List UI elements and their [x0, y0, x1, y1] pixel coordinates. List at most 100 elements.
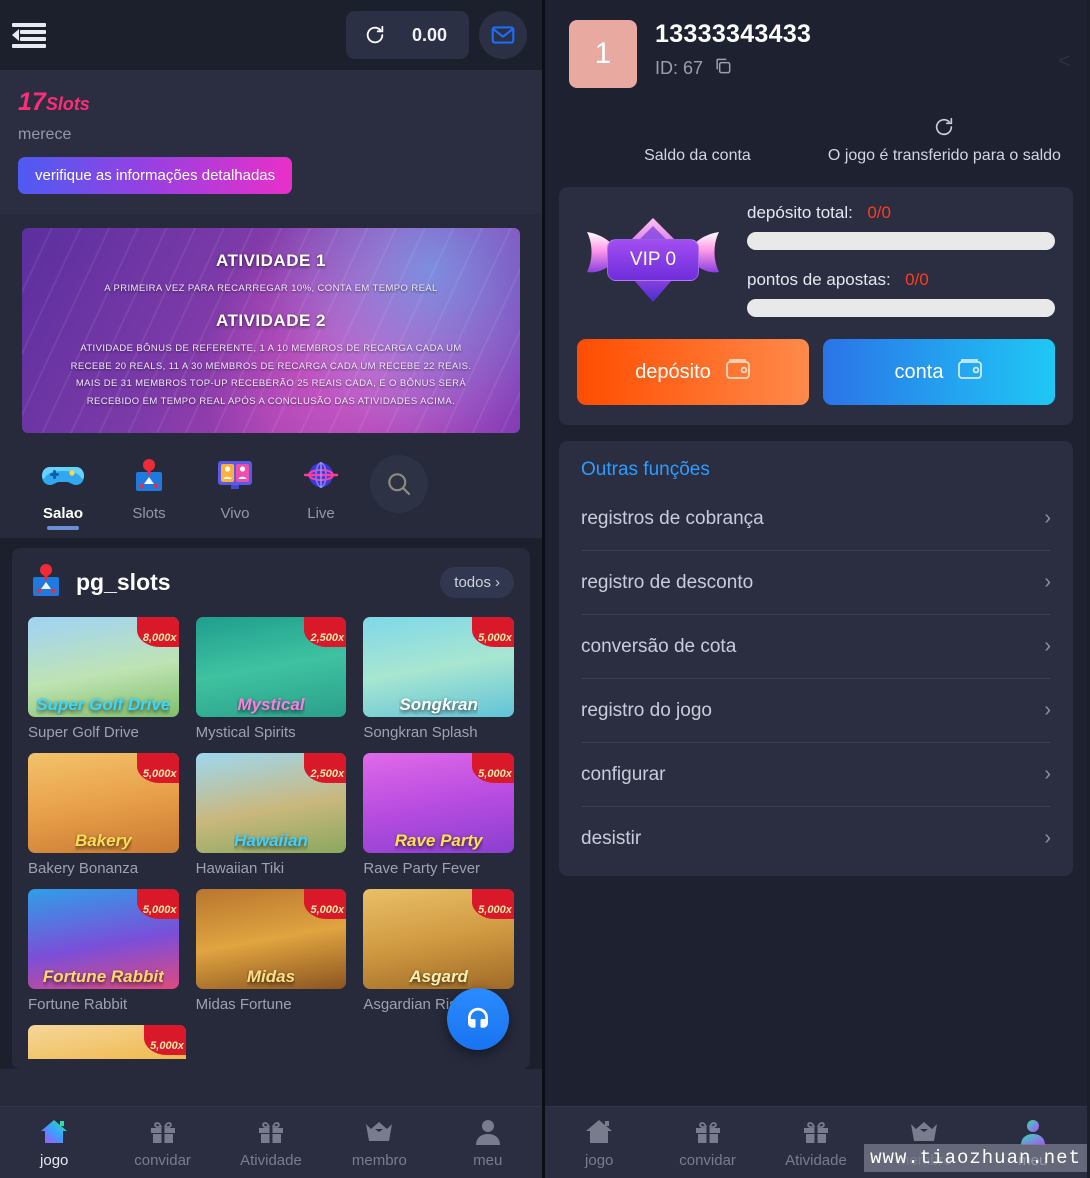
- promo-details-button[interactable]: verifique as informações detalhadas: [18, 157, 293, 194]
- hamburger-collapse-icon[interactable]: [12, 22, 46, 48]
- category-tab-salao[interactable]: Salao: [20, 453, 106, 522]
- game-tile[interactable]: 8,000x Super Golf Drive Super Golf Drive: [28, 617, 179, 741]
- deposit-total-label: depósito total:: [747, 203, 853, 222]
- promo-subtitle: merece: [18, 126, 72, 143]
- function-item-billing-records[interactable]: registros de cobrança ›: [581, 487, 1051, 551]
- activity-banner-wrap: ATIVIDADE 1 A PRIMEIRA VEZ PARA RECARREG…: [0, 214, 542, 443]
- nav-label: jogo: [585, 1151, 614, 1169]
- thumb-art-label: Bakery: [74, 831, 132, 850]
- function-item-discount-record[interactable]: registro de desconto ›: [581, 551, 1051, 615]
- betting-progress-bar: [747, 299, 1055, 317]
- deposit-button[interactable]: depósito: [577, 339, 809, 405]
- gift-icon: [653, 1117, 761, 1147]
- gift-icon: [108, 1117, 216, 1147]
- account-header: 1 13333343433 ID: 67 <: [545, 0, 1087, 88]
- avatar[interactable]: 1: [569, 20, 637, 88]
- deposit-total-row: depósito total: 0/0: [747, 203, 1055, 223]
- multiplier-badge: 5,000x: [136, 753, 179, 783]
- game-title: Bakery Bonanza: [28, 860, 139, 877]
- function-item-logout[interactable]: desistir ›: [581, 807, 1051, 870]
- nav-item-jogo[interactable]: jogo: [545, 1117, 653, 1169]
- promo-title: 17Slots: [18, 88, 524, 117]
- headset-support-icon[interactable]: [447, 988, 509, 1050]
- person-icon: [434, 1117, 542, 1147]
- other-functions-title: Outras funções: [581, 459, 710, 480]
- nav-item-convidar[interactable]: convidar: [108, 1117, 216, 1169]
- multiplier-badge: 5,000x: [144, 1025, 186, 1055]
- balance-pill[interactable]: 0.00: [345, 11, 469, 59]
- refresh-icon: [826, 116, 1063, 143]
- thumb-art-label: Rave Party: [394, 831, 483, 850]
- nav-item-atividade[interactable]: Atividade: [762, 1117, 870, 1169]
- game-tile[interactable]: 5,000x Midas Midas Fortune: [195, 889, 347, 1013]
- balance-row: Saldo da conta O jogo é transferido para…: [545, 116, 1087, 165]
- copy-icon[interactable]: [713, 56, 733, 81]
- promo-number: 17: [18, 88, 46, 116]
- function-label: desistir: [581, 827, 642, 849]
- game-tile[interactable]: 2,500x Hawaiian Hawaiian Tiki: [195, 753, 347, 877]
- wallet-icon: [725, 357, 751, 387]
- nav-label: convidar: [679, 1151, 736, 1169]
- right-spacer: [545, 876, 1087, 1106]
- game-thumbnail: 5,000x: [28, 1025, 186, 1059]
- transfer-balance-block[interactable]: O jogo é transferido para o saldo: [826, 116, 1063, 165]
- mail-icon[interactable]: [479, 11, 527, 59]
- nav-label: Atividade: [240, 1151, 302, 1169]
- activity-banner[interactable]: ATIVIDADE 1 A PRIMEIRA VEZ PARA RECARREG…: [22, 228, 520, 433]
- game-title: Fortune Rabbit: [28, 996, 128, 1013]
- thumb-art-label: Super Golf Drive: [36, 695, 171, 714]
- crown-icon: [870, 1117, 978, 1147]
- category-tab-slots[interactable]: Slots: [106, 453, 192, 522]
- multiplier-badge: 5,000x: [472, 889, 514, 919]
- game-thumbnail: 5,000x Bakery: [28, 753, 179, 853]
- nav-item-atividade[interactable]: Atividade: [217, 1117, 325, 1169]
- betting-points-label: pontos de apostas:: [747, 270, 891, 289]
- gamepad-icon: [20, 453, 106, 497]
- search-icon[interactable]: [370, 455, 428, 513]
- game-thumbnail: 5,000x Midas: [195, 889, 347, 989]
- function-item-settings[interactable]: configurar ›: [581, 743, 1051, 807]
- gift-icon: [762, 1117, 870, 1147]
- multiplier-badge: 8,000x: [136, 617, 179, 647]
- category-tab-vivo[interactable]: Vivo: [192, 453, 278, 522]
- chevron-right-icon: ›: [1044, 635, 1051, 657]
- game-tile[interactable]: 5,000x Fortune Rabbit Fortune Rabbit: [28, 889, 179, 1013]
- category-tabs: Salao Slots Vivo Live: [0, 443, 542, 538]
- nav-item-membro[interactable]: membro: [325, 1117, 433, 1169]
- game-tile[interactable]: 5,000x Bakery Bakery Bonanza: [28, 753, 179, 877]
- game-title: Super Golf Drive: [28, 724, 139, 741]
- betting-points-value: 0/0: [905, 270, 929, 289]
- left-topbar: 0.00: [0, 0, 542, 70]
- category-tab-live[interactable]: Live: [278, 453, 364, 522]
- multiplier-badge: 2,500x: [304, 617, 347, 647]
- chevron-left-icon[interactable]: <: [1058, 48, 1071, 74]
- left-scroll-area[interactable]: ATIVIDADE 1 A PRIMEIRA VEZ PARA RECARREG…: [0, 214, 542, 1106]
- banner-text-2-line-3: MAIS DE 31 MEMBROS TOP-UP RECEBERÃO 25 R…: [75, 378, 467, 390]
- provider-card: pg_slots todos › 8,000x Super Golf Drive: [12, 548, 530, 1069]
- game-tile[interactable]: 5,000x Songkran Songkran Splash: [363, 617, 514, 741]
- nav-item-jogo[interactable]: jogo: [0, 1117, 108, 1169]
- category-label: Vivo: [220, 505, 250, 522]
- games-grid: 8,000x Super Golf Drive Super Golf Drive…: [28, 617, 514, 1013]
- thumb-art-label: Songkran: [399, 695, 478, 714]
- partial-game-row[interactable]: 5,000x: [28, 1025, 514, 1059]
- game-thumbnail: 5,000x Songkran: [363, 617, 514, 717]
- nav-item-convidar[interactable]: convidar: [653, 1117, 761, 1169]
- banner-heading-2: ATIVIDADE 2: [215, 311, 327, 331]
- game-title: Rave Party Fever: [363, 860, 481, 877]
- view-all-button[interactable]: todos ›: [440, 567, 514, 598]
- function-item-quota-conversion[interactable]: conversão de cota ›: [581, 615, 1051, 679]
- chevron-right-icon: ›: [1044, 763, 1051, 785]
- game-tile[interactable]: 2,500x Mystical Mystical Spirits: [195, 617, 347, 741]
- function-label: registros de cobrança: [581, 507, 764, 529]
- account-button[interactable]: conta: [823, 339, 1055, 405]
- function-item-game-record[interactable]: registro do jogo ›: [581, 679, 1051, 743]
- game-tile[interactable]: 5,000x Rave Party Rave Party Fever: [363, 753, 514, 877]
- function-label: conversão de cota: [581, 635, 737, 657]
- nav-label: jogo: [40, 1151, 69, 1169]
- banner-text-2-line-2: RECEBE 20 REALS, 11 A 30 MEMBROS DE RECA…: [70, 360, 472, 372]
- games-section: pg_slots todos › 8,000x Super Golf Drive: [0, 538, 542, 1069]
- nav-item-meu[interactable]: meu: [434, 1117, 542, 1169]
- banner-text-2-line-4: RECEBIDO EM TEMPO REAL APÓS A CONCLUSÃO …: [86, 395, 456, 407]
- promo-word: Slots: [45, 94, 90, 114]
